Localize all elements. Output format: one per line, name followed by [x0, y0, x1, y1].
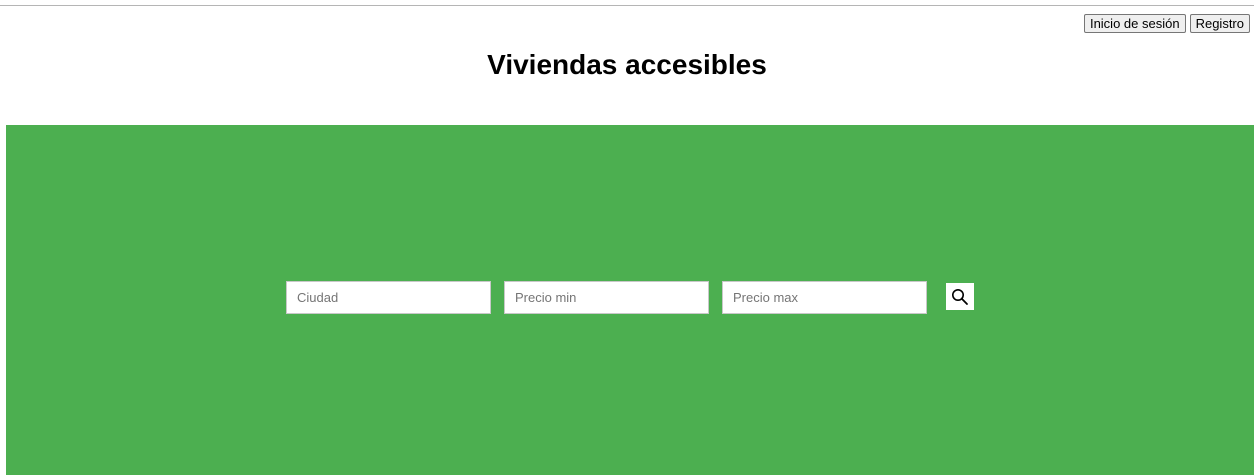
search-button[interactable] [946, 283, 974, 310]
register-button[interactable]: Registro [1189, 14, 1250, 33]
search-hero [6, 125, 1254, 475]
price-min-input[interactable] [504, 281, 709, 314]
auth-bar: Inicio de sesión Registro [1083, 14, 1250, 33]
login-button[interactable]: Inicio de sesión [1083, 14, 1186, 33]
page-title: Viviendas accesibles [487, 49, 767, 80]
search-icon [952, 288, 968, 305]
price-max-input[interactable] [722, 281, 927, 314]
top-divider [0, 5, 1254, 6]
city-input[interactable] [286, 281, 491, 314]
